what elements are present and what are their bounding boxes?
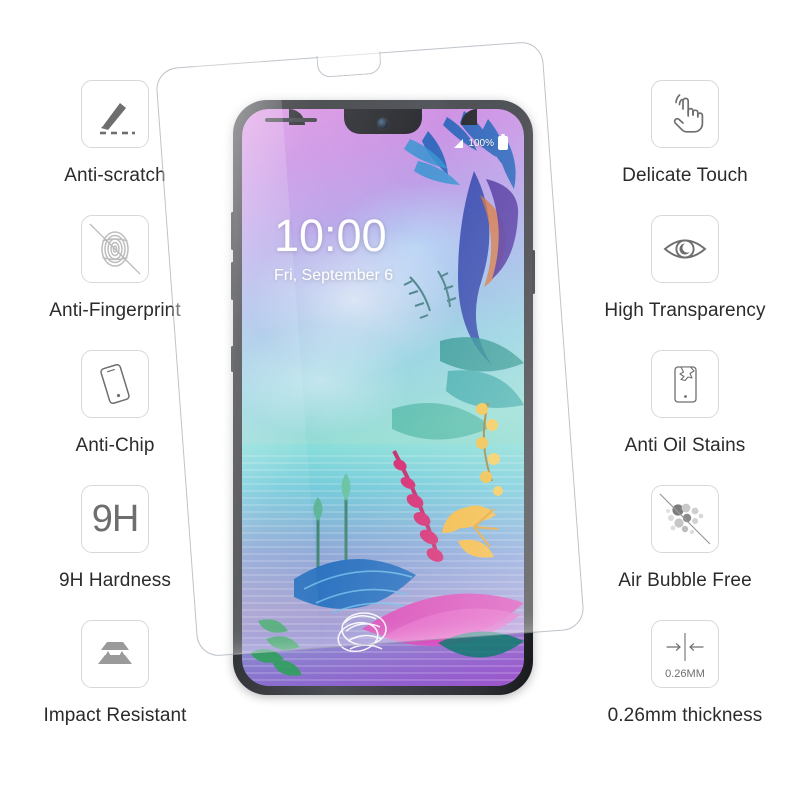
feature-high-transparency: High Transparency [570, 215, 800, 322]
hardness-badge-text: 9H [91, 498, 140, 540]
feature-label: Impact Resistant [43, 705, 187, 726]
phone-statusbar: 100% [453, 136, 508, 150]
feature-label: 0.26mm thickness [607, 705, 763, 726]
front-camera-icon [344, 109, 422, 134]
battery-percent-label: 100% [468, 137, 494, 149]
feature-anti-chip: Anti-Chip [0, 350, 230, 457]
feature-delicate-touch: Delicate Touch [570, 80, 800, 187]
lockscreen-date: Fri, September 6 [274, 267, 394, 284]
feature-anti-scratch: Anti-scratch [0, 80, 230, 187]
feature-label: Anti Oil Stains [624, 435, 746, 456]
air-bubble-free-icon [651, 485, 719, 553]
impact-resistant-icon [81, 620, 149, 688]
feature-thickness: 0.26MM 0.26mm thickness [570, 620, 800, 727]
feature-label: High Transparency [604, 300, 766, 321]
phone-mockup: 100% 10:00 Fri, September 6 [231, 100, 535, 695]
anti-scratch-icon [81, 80, 149, 148]
volume-down-button [231, 262, 234, 300]
lockscreen-clock: 10:00 Fri, September 6 [274, 213, 393, 285]
feature-impact-resistant: Impact Resistant [0, 620, 230, 727]
anti-oil-stains-icon [651, 350, 719, 418]
feature-label: Anti-Fingerprint [49, 300, 181, 321]
feature-9h-hardness: 9H 9H Hardness [0, 485, 230, 592]
assistant-button [231, 346, 234, 372]
feature-label: Anti-scratch [64, 165, 166, 186]
volume-up-button [231, 212, 234, 250]
feature-label: Anti-Chip [75, 435, 155, 456]
hardness-9h-icon: 9H [81, 485, 149, 553]
anti-chip-icon [81, 350, 149, 418]
glass-notch-cutout [316, 51, 382, 78]
lockscreen-wallpaper [242, 109, 524, 686]
delicate-touch-icon [651, 80, 719, 148]
lockscreen-time: 10:00 [274, 210, 387, 261]
thickness-badge-text: 0.26MM [665, 668, 705, 680]
earpiece-speaker-icon [265, 118, 317, 122]
left-feature-column: Anti-scratch Anti-Fingerprint Anti-Chip … [0, 0, 230, 800]
battery-full-icon [498, 136, 508, 150]
power-button [532, 250, 535, 294]
thickness-icon: 0.26MM [651, 620, 719, 688]
anti-fingerprint-icon [81, 215, 149, 283]
right-feature-column: Delicate Touch High Transparency Anti Oi… [570, 0, 800, 800]
feature-air-bubble-free: Air Bubble Free [570, 485, 800, 592]
feature-anti-oil-stains: Anti Oil Stains [570, 350, 800, 457]
feature-label: Air Bubble Free [618, 570, 752, 591]
product-feature-image: Anti-scratch Anti-Fingerprint Anti-Chip … [0, 0, 800, 800]
high-transparency-icon [651, 215, 719, 283]
feature-label: Delicate Touch [622, 165, 748, 186]
feature-label: 9H Hardness [59, 570, 171, 591]
feature-anti-fingerprint: Anti-Fingerprint [0, 215, 230, 322]
phone-screen: 100% 10:00 Fri, September 6 [242, 109, 524, 686]
signal-bars-icon [454, 138, 464, 148]
